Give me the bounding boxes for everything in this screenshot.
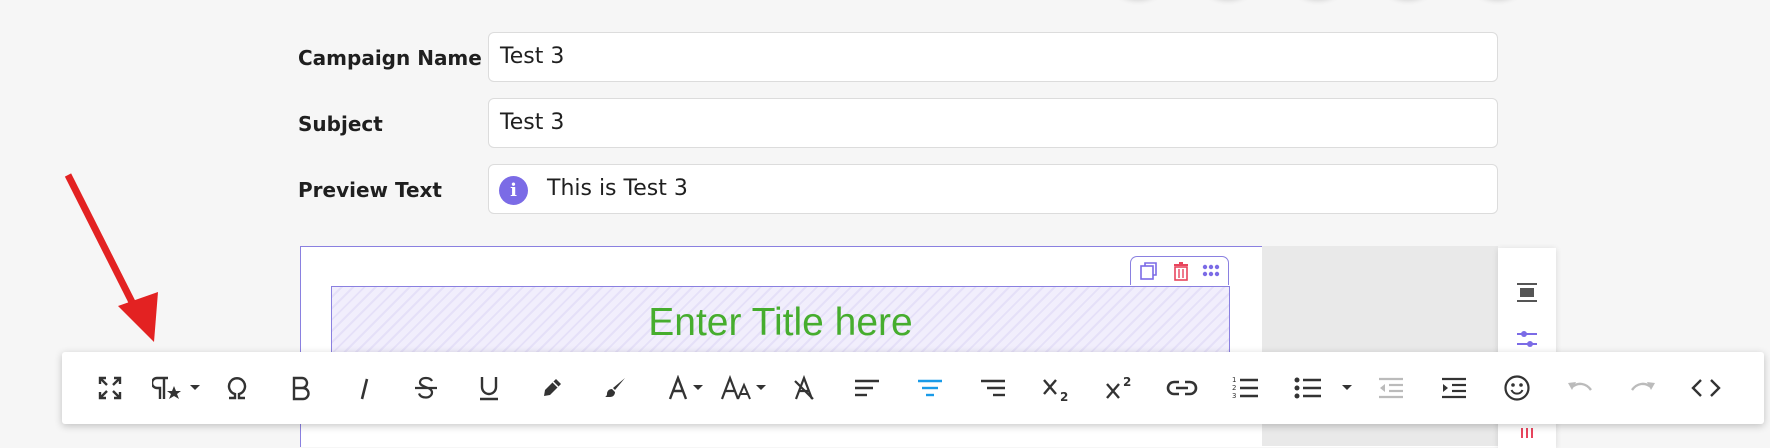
bold-icon[interactable] xyxy=(280,368,320,408)
paragraph-style-icon[interactable] xyxy=(148,368,188,408)
svg-text:2: 2 xyxy=(1232,384,1236,392)
unordered-list-caret[interactable] xyxy=(1342,385,1352,390)
campaign-name-field[interactable]: Test 3 xyxy=(488,32,1498,82)
svg-text:2: 2 xyxy=(1123,375,1131,389)
underline-icon[interactable] xyxy=(469,368,509,408)
trash-icon[interactable] xyxy=(1171,261,1191,281)
annotation-arrow xyxy=(0,0,200,350)
italic-icon[interactable] xyxy=(344,368,384,408)
font-size-caret[interactable] xyxy=(756,385,766,390)
preview-text-value: This is Test 3 xyxy=(547,176,688,201)
emoji-icon[interactable] xyxy=(1497,368,1537,408)
align-center-icon[interactable] xyxy=(910,368,950,408)
campaign-name-value: Test 3 xyxy=(500,44,564,69)
strikethrough-icon[interactable] xyxy=(406,368,446,408)
rich-text-toolbar: 2 2 123 xyxy=(62,352,1764,424)
drag-handle-icon[interactable] xyxy=(1201,261,1221,281)
link-icon[interactable] xyxy=(1162,368,1202,408)
subscript-icon[interactable]: 2 xyxy=(1036,368,1076,408)
campaign-name-label: Campaign Name xyxy=(298,46,482,70)
subject-label: Subject xyxy=(298,112,383,136)
undo-icon[interactable] xyxy=(1560,368,1600,408)
delete-block-partial-icon[interactable] xyxy=(1518,423,1536,442)
preview-text-label: Preview Text xyxy=(298,178,442,202)
block-tools xyxy=(1130,256,1229,285)
title-placeholder[interactable]: Enter Title here xyxy=(332,301,1229,345)
svg-text:2: 2 xyxy=(1060,390,1068,402)
font-color-icon[interactable] xyxy=(658,368,698,408)
settings-sliders-icon[interactable] xyxy=(1515,328,1539,354)
preview-text-field[interactable]: i This is Test 3 xyxy=(488,164,1498,214)
duplicate-icon[interactable] xyxy=(1139,261,1159,281)
align-block-icon[interactable] xyxy=(1515,281,1539,307)
font-size-icon[interactable] xyxy=(716,368,760,408)
info-icon[interactable]: i xyxy=(499,176,528,205)
unordered-list-icon[interactable] xyxy=(1288,368,1328,408)
paragraph-style-caret[interactable] xyxy=(190,385,200,390)
align-right-icon[interactable] xyxy=(973,368,1013,408)
redo-icon[interactable] xyxy=(1623,368,1663,408)
clear-format-icon[interactable] xyxy=(784,368,824,408)
special-character-icon[interactable] xyxy=(217,368,257,408)
paint-brush-icon[interactable] xyxy=(595,368,635,408)
subject-value: Test 3 xyxy=(500,110,564,135)
ordered-list-icon[interactable]: 123 xyxy=(1225,368,1265,408)
svg-text:1: 1 xyxy=(1232,376,1236,384)
highlight-icon[interactable] xyxy=(532,368,572,408)
indent-icon[interactable] xyxy=(1434,368,1474,408)
subject-field[interactable]: Test 3 xyxy=(488,98,1498,148)
svg-text:3: 3 xyxy=(1232,392,1236,400)
fullscreen-icon[interactable] xyxy=(90,368,130,408)
align-left-icon[interactable] xyxy=(847,368,887,408)
font-color-caret[interactable] xyxy=(693,385,703,390)
superscript-icon[interactable]: 2 xyxy=(1099,368,1139,408)
code-view-icon[interactable] xyxy=(1686,368,1726,408)
outdent-icon[interactable] xyxy=(1371,368,1411,408)
